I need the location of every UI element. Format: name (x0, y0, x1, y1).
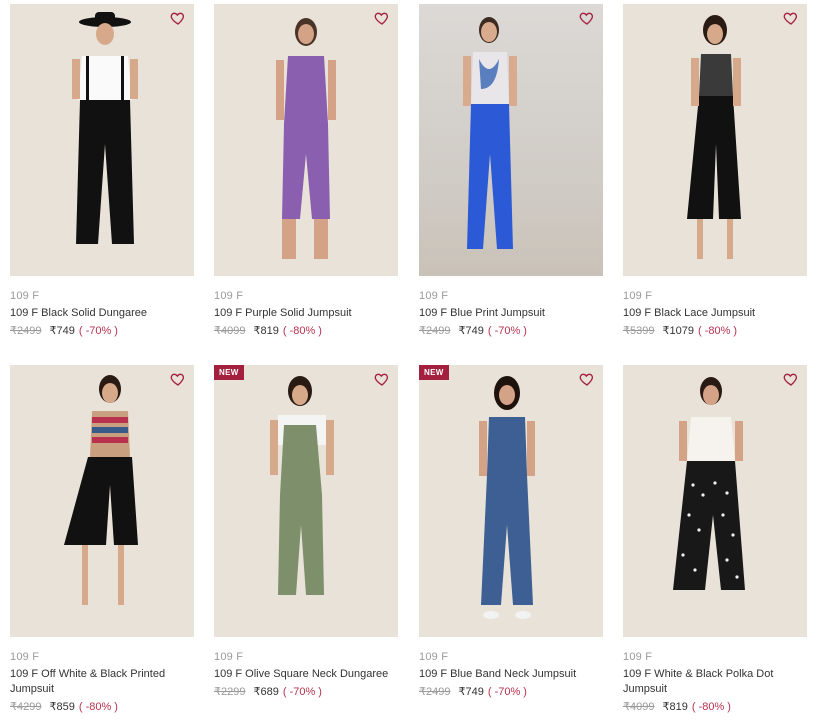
model-photo (479, 376, 535, 619)
model-photo (463, 17, 517, 249)
product-brand: 109 F (214, 290, 244, 302)
sale-price: ₹1079 (662, 325, 694, 337)
sale-price: ₹749 (458, 325, 484, 337)
product-name[interactable]: 109 F Olive Square Neck Dungaree (214, 667, 398, 682)
product-image[interactable] (10, 4, 194, 276)
model-photo (270, 376, 334, 595)
product-name[interactable]: 109 F Blue Print Jumpsuit (419, 306, 603, 321)
product-brand: 109 F (419, 651, 449, 663)
price-row: ₹4299 ₹859( -80% ) (10, 700, 194, 714)
mrp-price: ₹4099 (214, 325, 246, 337)
heart-outline-icon[interactable] (783, 371, 799, 387)
heart-outline-icon[interactable] (374, 371, 390, 387)
discount-label: ( -80% ) (282, 325, 322, 337)
product-name[interactable]: 109 F White & Black Polka Dot Jumpsuit (623, 667, 807, 697)
sale-price: ₹749 (49, 325, 75, 337)
price-row: ₹4099 ₹819( -80% ) (623, 700, 807, 714)
mrp-price: ₹2299 (214, 686, 246, 698)
heart-outline-icon[interactable] (170, 10, 186, 26)
mrp-price: ₹4299 (10, 701, 42, 713)
sale-price: ₹819 (662, 701, 688, 713)
model-photo (72, 12, 138, 244)
product-card[interactable]: 109 F 109 F Purple Solid Jumpsuit ₹4099 ₹… (214, 4, 398, 338)
product-brand: 109 F (419, 290, 449, 302)
product-brand: 109 F (623, 651, 653, 663)
product-name[interactable]: 109 F Black Solid Dungaree (10, 306, 194, 321)
mrp-price: ₹5399 (623, 325, 655, 337)
product-brand: 109 F (214, 651, 244, 663)
product-name[interactable]: 109 F Purple Solid Jumpsuit (214, 306, 398, 321)
product-name[interactable]: 109 F Black Lace Jumpsuit (623, 306, 807, 321)
product-image[interactable] (623, 365, 807, 637)
product-grid: 109 F 109 F Black Solid Dungaree ₹2499 ₹7… (0, 0, 829, 720)
product-name[interactable]: 109 F Off White & Black Printed Jumpsuit (10, 667, 194, 697)
mrp-price: ₹4099 (623, 701, 655, 713)
product-card[interactable]: NEW 109 F 109 F Olive Square Neck Dungar… (214, 365, 398, 699)
product-image[interactable] (214, 4, 398, 276)
heart-outline-icon[interactable] (579, 10, 595, 26)
sale-price: ₹819 (253, 325, 279, 337)
discount-label: ( -70% ) (282, 686, 322, 698)
product-card[interactable]: 109 F 109 F Off White & Black Printed Ju… (10, 365, 194, 714)
discount-label: ( -80% ) (697, 325, 738, 337)
product-card[interactable]: 109 F 109 F White & Black Polka Dot Jump… (623, 365, 807, 714)
model-photo (687, 15, 741, 259)
discount-label: ( -70% ) (487, 325, 527, 337)
price-row: ₹4099 ₹819( -80% ) (214, 324, 398, 338)
product-brand: 109 F (623, 290, 653, 302)
discount-label: ( -70% ) (487, 686, 527, 698)
sale-price: ₹689 (253, 686, 279, 698)
product-image[interactable] (419, 4, 603, 276)
price-row: ₹5399 ₹1079( -80% ) (623, 324, 807, 338)
product-card[interactable]: 109 F 109 F Black Lace Jumpsuit ₹5399 ₹10… (623, 4, 807, 338)
mrp-price: ₹2499 (419, 325, 451, 337)
product-card[interactable]: 109 F 109 F Blue Print Jumpsuit ₹2499 ₹74… (419, 4, 603, 338)
sale-price: ₹859 (49, 701, 75, 713)
product-brand: 109 F (10, 290, 40, 302)
price-row: ₹2499 ₹749( -70% ) (419, 685, 603, 699)
product-name[interactable]: 109 F Blue Band Neck Jumpsuit (419, 667, 603, 682)
price-row: ₹2299 ₹689( -70% ) (214, 685, 398, 699)
heart-outline-icon[interactable] (579, 371, 595, 387)
product-image[interactable]: NEW (419, 365, 603, 637)
discount-label: ( -80% ) (691, 701, 731, 713)
discount-label: ( -70% ) (78, 325, 118, 337)
discount-label: ( -80% ) (78, 701, 118, 713)
heart-outline-icon[interactable] (783, 10, 799, 26)
mrp-price: ₹2499 (419, 686, 451, 698)
product-image[interactable] (623, 4, 807, 276)
model-photo (673, 377, 745, 590)
model-photo (276, 18, 336, 259)
product-card[interactable]: 109 F 109 F Black Solid Dungaree ₹2499 ₹7… (10, 4, 194, 338)
mrp-price: ₹2499 (10, 325, 42, 337)
sale-price: ₹749 (458, 686, 484, 698)
heart-outline-icon[interactable] (170, 371, 186, 387)
product-card[interactable]: NEW 109 F 109 F Blue Band Neck Jumpsuit … (419, 365, 603, 699)
model-photo (64, 375, 138, 605)
product-image[interactable]: NEW (214, 365, 398, 637)
price-row: ₹2499 ₹749( -70% ) (10, 324, 194, 338)
product-image[interactable] (10, 365, 194, 637)
product-brand: 109 F (10, 651, 40, 663)
heart-outline-icon[interactable] (374, 10, 390, 26)
price-row: ₹2499 ₹749( -70% ) (419, 324, 603, 338)
